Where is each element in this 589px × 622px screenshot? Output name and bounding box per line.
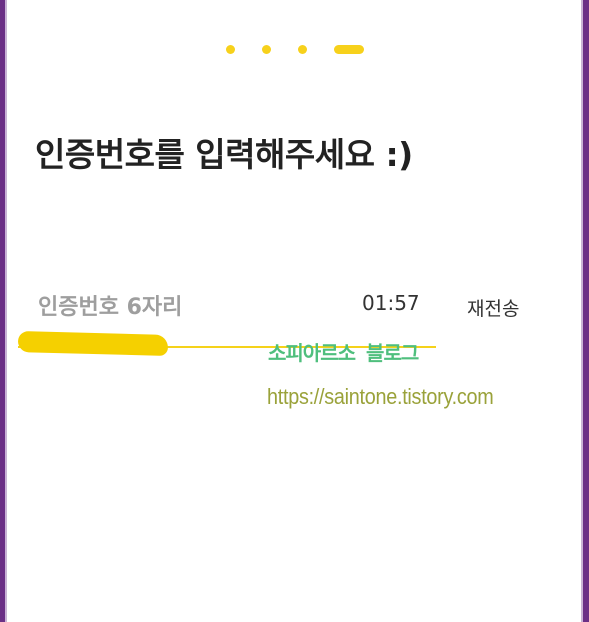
step-dot-active <box>334 45 364 54</box>
step-dot <box>262 45 271 54</box>
page-title: 인증번호를 입력해주세요 :) <box>35 135 413 174</box>
watermark-blog-name: 소피아르소 블로그 <box>268 341 419 365</box>
step-dot <box>298 45 307 54</box>
resend-button[interactable]: 재전송 <box>467 294 519 321</box>
redaction-highlight <box>17 331 169 356</box>
watermark-url: https://saintone.tistory.com <box>267 384 494 409</box>
window-frame-left-edge <box>5 0 7 622</box>
window-frame-right <box>583 0 589 622</box>
step-indicator <box>226 43 366 57</box>
verification-code-input[interactable] <box>38 289 338 325</box>
countdown-timer: 01:57 <box>362 291 420 315</box>
step-dot <box>226 45 235 54</box>
